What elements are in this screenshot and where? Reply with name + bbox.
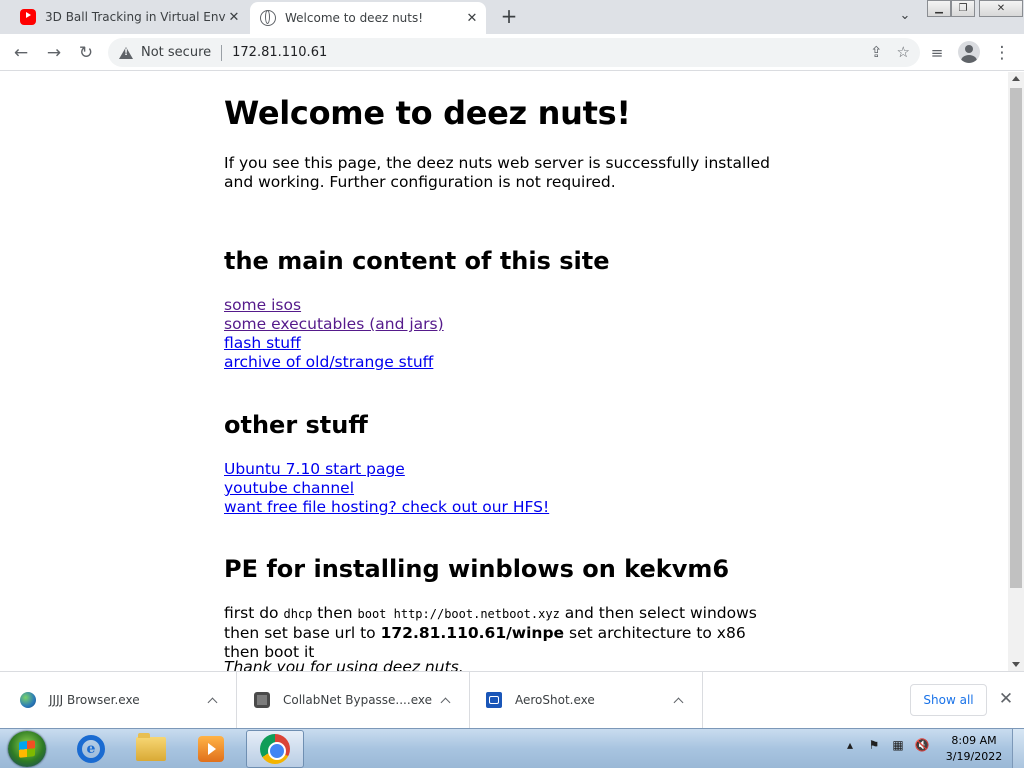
folder-icon (136, 733, 166, 761)
gear-app-icon (254, 692, 270, 708)
downloads-shelf: JJJJ Browser.exe CollabNet Bypasse....ex… (0, 671, 1024, 728)
omnibox-actions: ⇪ ☆ (870, 43, 910, 61)
show-desktop-button[interactable] (1012, 729, 1024, 768)
profile-avatar-icon[interactable] (958, 41, 980, 63)
download-name: CollabNet Bypasse....exe (283, 693, 432, 707)
pe-text: then (312, 604, 358, 622)
action-center-flag-icon[interactable]: ⚑ (866, 737, 882, 753)
link-hfs[interactable]: want free file hosting? check out our HF… (224, 498, 549, 517)
globe-icon (260, 10, 276, 26)
tab-search-chevron-icon[interactable]: ⌄ (896, 8, 914, 26)
scroll-up-arrow-icon[interactable] (1012, 76, 1020, 81)
back-arrow-icon[interactable]: ← (10, 42, 32, 64)
link-youtube[interactable]: youtube channel (224, 479, 549, 498)
download-item[interactable]: CollabNet Bypasse....exe (237, 672, 470, 728)
browser-toolbar: ← → ↻ Not secure 172.81.110.61 ⇪ ☆ ≡ ⋮ (0, 34, 1024, 71)
thanks-italic: Thank you for using deez nuts. (224, 658, 464, 671)
pe-text: first do (224, 604, 284, 622)
share-icon[interactable]: ⇪ (870, 43, 883, 61)
clock-date: 3/19/2022 (945, 750, 1003, 763)
page-title: Welcome to deez nuts! (224, 94, 631, 132)
chrome-icon (260, 734, 290, 764)
tab-title: 3D Ball Tracking in Virtual Enviro (45, 10, 226, 24)
scroll-down-arrow-icon[interactable] (1012, 662, 1020, 667)
clock-time: 8:09 AM (951, 734, 997, 747)
link-isos[interactable]: some isos (224, 296, 444, 315)
forward-arrow-icon[interactable]: → (43, 42, 65, 64)
close-icon[interactable]: ✕ (997, 690, 1015, 708)
other-links: Ubuntu 7.10 start page youtube channel w… (224, 460, 549, 517)
url-text[interactable]: 172.81.110.61 (232, 45, 327, 60)
main-links: some isos some executables (and jars) fl… (224, 296, 444, 372)
pe-instructions: first do dhcp then boot http://boot.netb… (224, 604, 784, 662)
minimize-button[interactable]: ▁ (927, 0, 951, 17)
security-label[interactable]: Not secure (141, 45, 211, 60)
scroll-thumb[interactable] (1010, 88, 1022, 588)
section-heading-other: other stuff (224, 411, 368, 439)
window-controls: ▁ ❐ ✕ (927, 0, 1023, 17)
download-item[interactable]: JJJJ Browser.exe (0, 672, 237, 728)
tray-expand-icon[interactable]: ▴ (842, 737, 858, 753)
thanks-text: Thank you for using deez nuts. (224, 658, 784, 671)
taskbar-file-explorer[interactable] (122, 730, 180, 768)
section-heading-main: the main content of this site (224, 247, 610, 275)
taskbar: e ▴ ⚑ ▦ 🔇 8:09 AM 3/19/2022 (0, 728, 1024, 768)
media-player-icon (198, 736, 224, 762)
tab-close-icon[interactable]: ✕ (464, 10, 480, 26)
system-tray: ▴ ⚑ ▦ 🔇 (842, 737, 930, 753)
youtube-icon (20, 9, 36, 25)
link-flash[interactable]: flash stuff (224, 334, 444, 353)
taskbar-internet-explorer[interactable]: e (62, 730, 120, 768)
internet-explorer-icon: e (77, 735, 105, 763)
show-all-button[interactable]: Show all (910, 684, 987, 716)
download-name: JJJJ Browser.exe (49, 693, 140, 707)
tab-close-icon[interactable]: ✕ (226, 9, 242, 25)
warning-icon[interactable] (119, 46, 133, 59)
address-bar[interactable]: Not secure 172.81.110.61 ⇪ ☆ (108, 38, 920, 67)
chevron-up-icon[interactable] (206, 694, 218, 706)
network-icon[interactable]: ▦ (890, 737, 906, 753)
reload-icon[interactable]: ↻ (75, 42, 97, 64)
winpe-url: 172.81.110.61/winpe (380, 624, 565, 642)
restore-button[interactable]: ❐ (951, 0, 975, 17)
tab-strip: 3D Ball Tracking in Virtual Enviro ✕ Wel… (0, 0, 1024, 34)
intro-text: If you see this page, the deez nuts web … (224, 154, 770, 191)
reading-list-icon[interactable]: ≡ (926, 42, 948, 64)
volume-muted-icon[interactable]: 🔇 (914, 737, 930, 753)
tab-youtube[interactable]: 3D Ball Tracking in Virtual Enviro ✕ (12, 0, 248, 34)
window-close-button[interactable]: ✕ (979, 0, 1023, 17)
new-tab-button[interactable]: + (498, 6, 520, 28)
link-executables[interactable]: some executables (and jars) (224, 315, 444, 334)
globe-app-icon (20, 692, 36, 708)
start-button[interactable] (8, 731, 46, 767)
chevron-up-icon[interactable] (439, 694, 451, 706)
bookmark-star-icon[interactable]: ☆ (897, 43, 910, 61)
vertical-scrollbar[interactable] (1008, 72, 1024, 671)
page-viewport: Welcome to deez nuts! If you see this pa… (0, 72, 1008, 671)
download-name: AeroShot.exe (515, 693, 595, 707)
aeroshot-app-icon (486, 692, 502, 708)
code-boot: boot http://boot.netboot.xyz (357, 607, 560, 621)
separator (221, 44, 223, 61)
clock[interactable]: 8:09 AM 3/19/2022 (940, 733, 1008, 765)
chevron-up-icon[interactable] (672, 694, 684, 706)
code-dhcp: dhcp (283, 607, 313, 621)
link-ubuntu[interactable]: Ubuntu 7.10 start page (224, 460, 549, 479)
section-heading-pe: PE for installing winblows on kekvm6 (224, 555, 730, 583)
menu-kebab-icon[interactable]: ⋮ (991, 42, 1013, 64)
tab-title: Welcome to deez nuts! (285, 11, 424, 25)
taskbar-chrome[interactable] (246, 730, 304, 768)
link-archive[interactable]: archive of old/strange stuff (224, 353, 444, 372)
download-item[interactable]: AeroShot.exe (470, 672, 703, 728)
tab-active[interactable]: Welcome to deez nuts! ✕ (250, 2, 486, 34)
taskbar-media-player[interactable] (182, 730, 240, 768)
